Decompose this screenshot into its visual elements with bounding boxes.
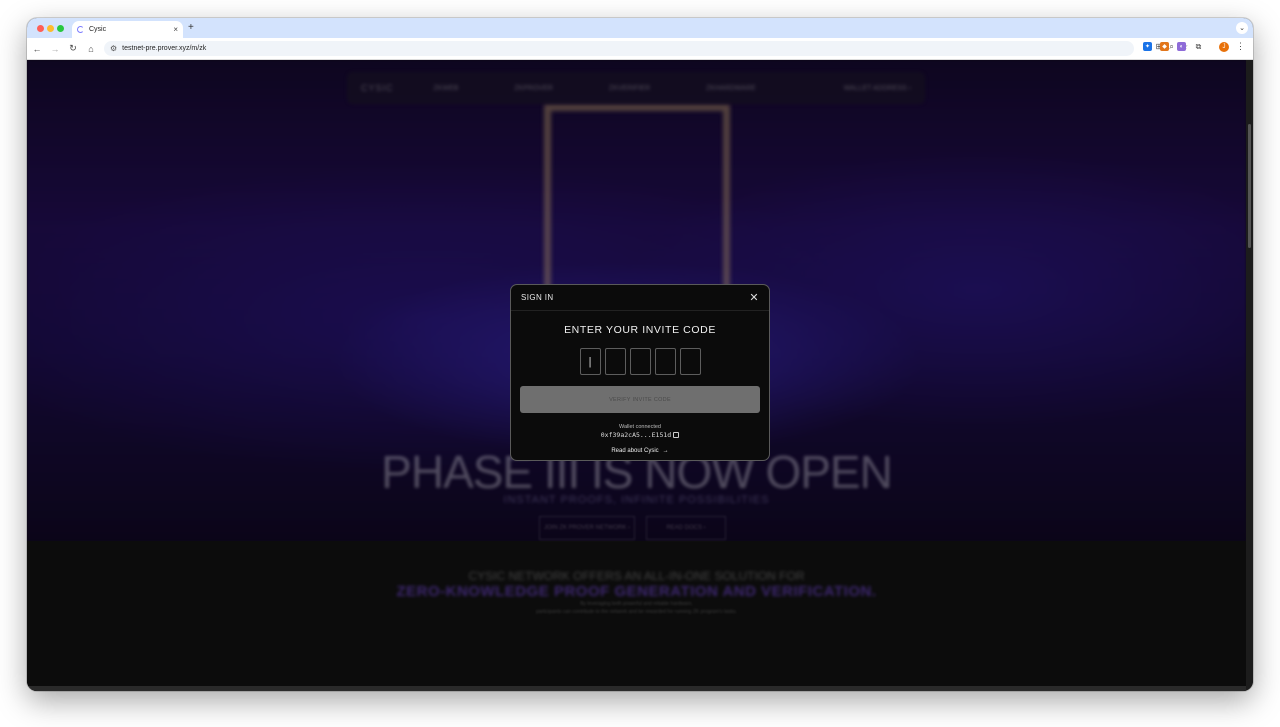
section-line-1: CYSIC NETWORK OFFERS AN ALL-IN-ONE SOLUT… [468,569,805,583]
section-line-4: participants can contribute to the netwo… [535,609,738,615]
new-tab-button[interactable]: + [188,22,194,33]
portal-frame [544,104,730,309]
nav-link-zkhardware[interactable]: ZKHARDWARE [706,85,756,92]
invite-code-digit-1[interactable]: | [579,348,601,375]
cysic-favicon-icon [77,26,84,33]
verify-invite-code-button[interactable]: VERIFY INVITE CODE [520,386,760,413]
join-network-button[interactable]: JOIN ZK PROVER NETWORK › [539,516,635,540]
invite-code-digit-2[interactable] [604,348,626,375]
site-logo[interactable]: CYSIC [361,83,394,93]
nav-link-zkverifier[interactable]: ZKVERIFIER [609,85,650,92]
read-docs-button[interactable]: READ DOCS › [646,516,726,540]
wallet-address: 0xf39a2cA5...E151d [600,431,672,439]
forward-button[interactable]: → [47,44,63,54]
puzzle-icon[interactable]: ⧉ [1194,42,1203,51]
read-about-cysic-link[interactable]: Read about Cysic → [511,448,769,454]
section-line-2: ZERO-KNOWLEDGE PROOF GENERATION AND VERI… [396,583,877,600]
tab-search-button[interactable]: ⌄ [1236,22,1248,34]
ext-icon-blue[interactable]: ✦ [1143,42,1152,51]
reload-button[interactable]: ↻ [65,43,81,54]
wallet-address-row: 0xf39a2cA5...E151d [511,431,769,439]
modal-header: SIGN IN ✕ [511,285,769,311]
zoom-icon[interactable]: ⌕ [1169,42,1173,52]
arrow-right-icon: → [662,448,669,454]
ext-icon-purple[interactable]: ◐ [1177,42,1186,51]
scrollbar-thumb[interactable] [1248,124,1251,248]
invite-code-digit-5[interactable] [679,348,701,375]
page-viewport: CYSIC ZKWEB ZKPROVER ZKVERIFIER ZKHARDWA… [27,60,1246,691]
nav-link-zkweb[interactable]: ZKWEB [434,85,459,92]
nav-wallet[interactable]: WALLET ADDRESS › [844,85,911,92]
back-button[interactable]: ← [29,44,45,54]
info-section: CYSIC NETWORK OFFERS AN ALL-IN-ONE SOLUT… [27,541,1246,691]
read-about-label: Read about Cysic [611,448,659,454]
tab-close-icon[interactable]: × [173,25,178,34]
hero-subheadline: INSTANT PROOFS, INFINITE POSSIBILITIES [503,494,770,506]
tab-strip: Cysic × + ⌄ [27,18,1253,38]
invite-code-digit-3[interactable] [629,348,651,375]
vertical-scrollbar[interactable] [1246,60,1253,691]
metamask-icon[interactable]: ◆ [1160,42,1169,51]
section-line-3: By leveraging both powerful and reliable… [580,601,693,607]
close-window-button[interactable] [37,25,44,32]
invite-code-inputs: | [511,348,769,375]
invite-code-digit-4[interactable] [654,348,676,375]
invite-code-heading: ENTER YOUR INVITE CODE [564,324,716,336]
tab-title: Cysic [89,26,107,33]
site-navbar: CYSIC ZKWEB ZKPROVER ZKVERIFIER ZKHARDWA… [347,72,925,104]
sign-in-modal: SIGN IN ✕ ENTER YOUR INVITE CODE | VERIF… [510,284,770,461]
url-text: testnet-pre.prover.xyz/m/zk [122,45,207,52]
maximize-window-button[interactable] [57,25,64,32]
modal-title: SIGN IN [521,293,554,302]
browser-window: Cysic × + ⌄ ← → ↻ ⌂ ⚙ testnet-pre.prover… [27,18,1253,691]
close-icon[interactable]: ✕ [749,291,759,304]
profile-avatar[interactable]: J [1219,42,1229,52]
site-info-icon[interactable]: ⚙ [110,44,117,53]
minimize-window-button[interactable] [47,25,54,32]
horizontal-scrollbar[interactable] [27,686,1246,691]
chrome-menu-icon[interactable]: ⋮ [1236,41,1245,52]
address-bar[interactable]: ⚙ testnet-pre.prover.xyz/m/zk [104,41,1134,56]
wallet-connected-label: Wallet connected [619,424,661,430]
browser-toolbar: ← → ↻ ⌂ ⚙ testnet-pre.prover.xyz/m/zk ⊞ … [27,38,1253,60]
home-button[interactable]: ⌂ [83,44,99,54]
nav-link-zkprover[interactable]: ZKPROVER [514,85,553,92]
copy-icon[interactable] [673,432,680,438]
tab-cysic[interactable]: Cysic × [72,21,183,38]
